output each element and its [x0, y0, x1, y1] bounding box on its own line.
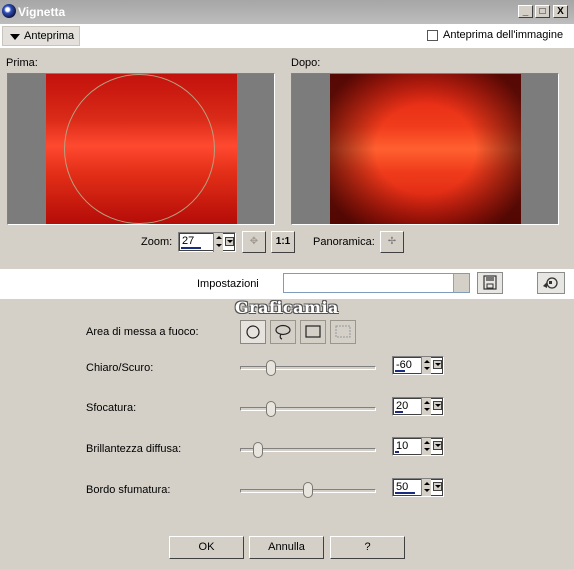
- brightness-dropdown-arrow[interactable]: [433, 360, 442, 369]
- preview-toggle-label: Anteprima: [24, 30, 75, 42]
- blur-input[interactable]: 20: [392, 397, 444, 416]
- blur-slider-track[interactable]: [240, 407, 376, 411]
- focus-shape-circle-button[interactable]: [240, 320, 266, 344]
- arrow-down-icon[interactable]: [216, 244, 222, 247]
- feather-label: Bordo sfumatura:: [86, 484, 171, 496]
- preset-combobox[interactable]: [283, 273, 470, 293]
- rectangle-icon: [305, 325, 321, 338]
- pan-button[interactable]: ✢: [380, 231, 404, 253]
- lasso-icon: [275, 324, 291, 340]
- maximize-button[interactable]: □: [535, 5, 550, 18]
- save-preset-button[interactable]: [477, 272, 503, 294]
- watermark: Graficamia: [235, 298, 339, 317]
- close-button[interactable]: X: [553, 5, 568, 18]
- image-preview-label: Anteprima dell'immagine: [443, 29, 564, 41]
- feather-value-bar: [395, 492, 415, 494]
- zoom-value-bar: [181, 247, 201, 249]
- glow-spinner[interactable]: [421, 438, 431, 455]
- move-icon: ✢: [387, 236, 397, 247]
- focus-shape-rectangle-button[interactable]: [300, 320, 326, 344]
- glow-dropdown-arrow[interactable]: [433, 441, 442, 450]
- before-label: Prima:: [6, 57, 38, 69]
- app-icon: [2, 4, 16, 18]
- zoom-dropdown-arrow[interactable]: [225, 237, 234, 246]
- image-preview-checkbox[interactable]: [427, 30, 438, 41]
- zoom-spinner[interactable]: [213, 233, 223, 252]
- feather-slider-thumb[interactable]: [303, 482, 313, 498]
- focus-area-label: Area di messa a fuoco:: [86, 326, 199, 338]
- window-title: Vignetta: [18, 5, 66, 19]
- arrow-down-icon[interactable]: [424, 367, 430, 370]
- brightness-value-bar: [395, 370, 405, 372]
- cancel-button[interactable]: Annulla: [249, 536, 324, 559]
- glow-value-bar: [395, 451, 399, 453]
- brightness-label: Chiaro/Scuro:: [86, 362, 154, 374]
- glow-slider-thumb[interactable]: [253, 442, 263, 458]
- settings-strip: Impostazioni: [0, 269, 574, 299]
- title-bar: Vignetta _ □ X: [0, 0, 574, 24]
- blur-label: Sfocatura:: [86, 402, 137, 414]
- reset-default-button[interactable]: [537, 272, 565, 294]
- zoom-actual-size-button[interactable]: 1:1: [271, 231, 295, 253]
- arrow-up-icon[interactable]: [424, 482, 430, 485]
- arrow-up-icon[interactable]: [424, 441, 430, 444]
- focus-circle-handle[interactable]: [64, 74, 215, 224]
- feather-input[interactable]: 50: [392, 478, 444, 497]
- blur-value-bar: [395, 411, 403, 413]
- after-preview-image: [330, 74, 521, 224]
- settings-label: Impostazioni: [197, 278, 259, 290]
- blur-slider-thumb[interactable]: [266, 401, 276, 417]
- zoom-label: Zoom:: [141, 236, 173, 248]
- feather-spinner[interactable]: [421, 479, 431, 496]
- arrow-down-icon[interactable]: [424, 448, 430, 451]
- ok-button[interactable]: OK: [169, 536, 244, 559]
- glow-input[interactable]: 10: [392, 437, 444, 456]
- help-button[interactable]: ?: [330, 536, 405, 559]
- preset-dropdown-button[interactable]: [453, 274, 469, 292]
- feather-dropdown-arrow[interactable]: [433, 482, 442, 491]
- before-preview-image: [46, 74, 237, 224]
- after-preview-pane: [291, 73, 559, 225]
- preview-toggle-button[interactable]: Anteprima: [2, 26, 80, 46]
- crosshair-icon: ✥: [249, 236, 259, 247]
- arrow-down-icon[interactable]: [424, 408, 430, 411]
- focus-shape-lasso-button[interactable]: [270, 320, 296, 344]
- brightness-slider-thumb[interactable]: [266, 360, 276, 376]
- focus-shape-selection-button[interactable]: [330, 320, 356, 344]
- blur-dropdown-arrow[interactable]: [433, 401, 442, 410]
- before-preview-pane[interactable]: [7, 73, 275, 225]
- zoom-input[interactable]: 27: [178, 232, 236, 252]
- floppy-disk-icon: [483, 275, 497, 290]
- after-label: Dopo:: [291, 57, 321, 69]
- minimize-button[interactable]: _: [518, 5, 533, 18]
- selection-icon: [335, 325, 351, 338]
- arrow-up-icon[interactable]: [424, 401, 430, 404]
- circle-icon: [246, 325, 260, 339]
- pan-label: Panoramica:: [313, 236, 375, 248]
- brightness-input[interactable]: -60: [392, 356, 444, 375]
- brightness-slider-track[interactable]: [240, 366, 376, 370]
- glow-label: Brillantezza diffusa:: [86, 443, 182, 455]
- triangle-down-icon: [10, 34, 20, 40]
- arrow-down-icon[interactable]: [424, 489, 430, 492]
- arrow-up-icon[interactable]: [424, 360, 430, 363]
- arrow-up-icon[interactable]: [216, 236, 222, 239]
- reset-icon: [543, 277, 558, 289]
- blur-spinner[interactable]: [421, 398, 431, 415]
- zoom-fit-button[interactable]: ✥: [242, 231, 266, 253]
- brightness-spinner[interactable]: [421, 357, 431, 374]
- preview-strip: Anteprima Anteprima dell'immagine: [0, 24, 574, 48]
